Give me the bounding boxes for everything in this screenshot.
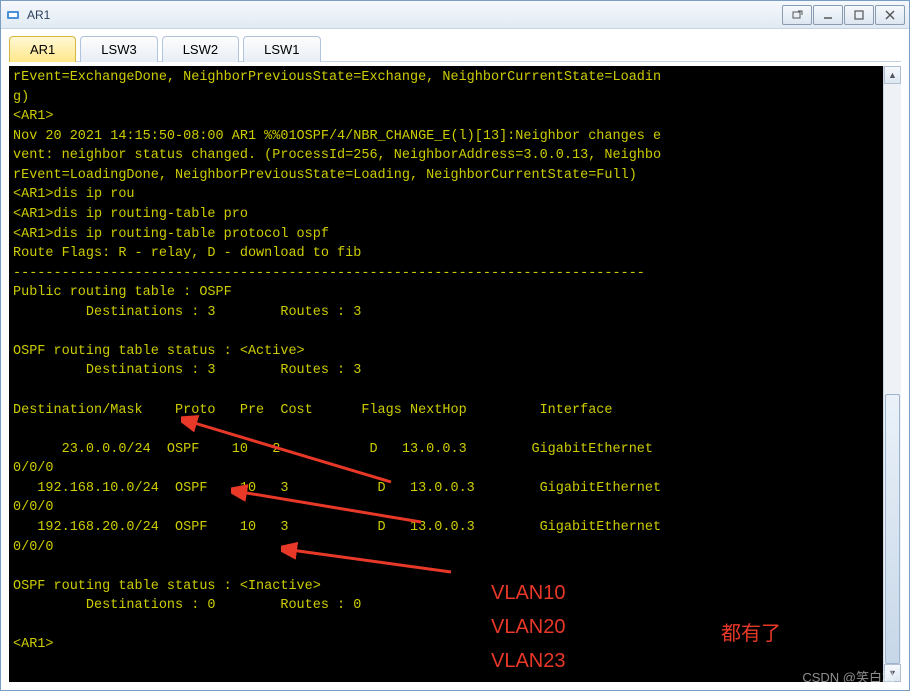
scroll-track[interactable] — [884, 84, 901, 664]
app-window: AR1 AR1 LSW3 LSW2 LSW1 rEvent=ExchangeDo… — [0, 0, 910, 691]
tab-label: LSW2 — [183, 42, 218, 57]
scroll-up-button[interactable]: ▲ — [884, 66, 901, 84]
terminal-output[interactable]: rEvent=ExchangeDone, NeighborPreviousSta… — [9, 66, 901, 682]
tab-label: AR1 — [30, 42, 55, 57]
tab-lsw2[interactable]: LSW2 — [162, 36, 239, 62]
close-button[interactable] — [875, 5, 905, 25]
tab-label: LSW1 — [264, 42, 299, 57]
window-controls — [781, 5, 905, 25]
terminal-container: rEvent=ExchangeDone, NeighborPreviousSta… — [1, 62, 909, 690]
popout-button[interactable] — [782, 5, 812, 25]
vertical-scrollbar: ▲ ▼ — [883, 66, 901, 682]
maximize-button[interactable] — [844, 5, 874, 25]
tab-lsw1[interactable]: LSW1 — [243, 36, 320, 62]
tab-label: LSW3 — [101, 42, 136, 57]
scroll-down-button[interactable]: ▼ — [884, 664, 901, 682]
titlebar[interactable]: AR1 — [1, 1, 909, 29]
tab-lsw3[interactable]: LSW3 — [80, 36, 157, 62]
app-icon — [5, 7, 21, 23]
minimize-button[interactable] — [813, 5, 843, 25]
window-title: AR1 — [27, 8, 781, 22]
tab-ar1[interactable]: AR1 — [9, 36, 76, 62]
scroll-thumb[interactable] — [885, 394, 900, 664]
tabs: AR1 LSW3 LSW2 LSW1 — [9, 35, 901, 62]
tabs-container: AR1 LSW3 LSW2 LSW1 — [1, 29, 909, 62]
